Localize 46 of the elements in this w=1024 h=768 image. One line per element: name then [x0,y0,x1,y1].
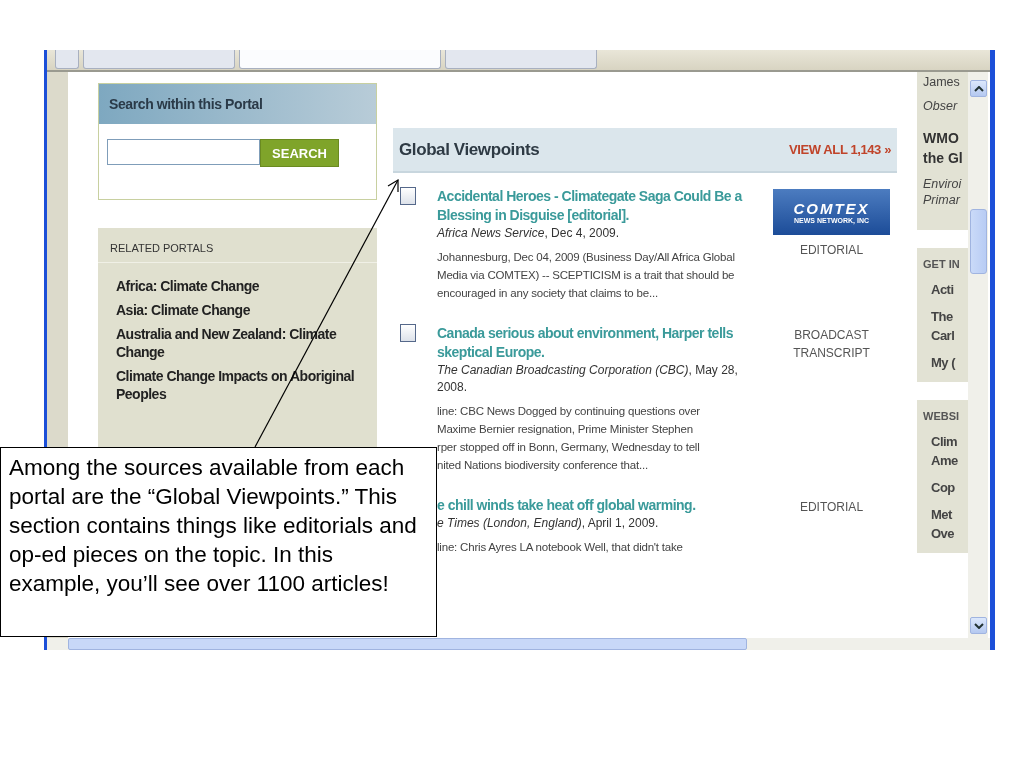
section-title: Global Viewpoints [399,139,540,160]
portal-link[interactable]: Asia: Climate Change [98,301,377,325]
section-heading: RELATED PORTALS [110,242,214,254]
sidebar-link[interactable]: Clim Ame [923,432,968,470]
horizontal-scrollbar[interactable] [47,638,990,650]
scroll-thumb[interactable] [970,209,987,274]
article-source: The Canadian Broadcasting Corporation (CBC), May 28, 2008. [437,362,739,396]
sidebar-link[interactable]: The Carl [923,307,968,345]
chevron-down-icon [973,622,984,629]
article-snippet: Maxime Bernier resignation, Prime Minister Stephen [437,422,694,437]
portal-link[interactable]: Africa: Climate Change [98,277,377,301]
sidebar-link[interactable]: Met Ove [923,505,968,543]
checkbox[interactable] [400,324,416,342]
search-field[interactable] [107,139,260,165]
browser-tab[interactable] [445,50,597,69]
checkbox[interactable] [400,187,416,205]
article-type-label: EDITORIAL [798,499,865,516]
sidebar-link[interactable]: Cop [923,478,968,497]
article-snippet: rper stopped off in Bonn, Germany, Wednesday to tell [437,440,701,455]
sidebar-heading: WEBSI [923,410,961,422]
sidebar-link[interactable]: Acti [923,280,968,299]
vertical-scrollbar[interactable] [968,72,988,638]
sidebar-heading: GET IN [923,258,961,270]
article-type-label: EDITORIAL [798,242,865,259]
view-all-link[interactable]: VIEW ALL 1,143 » [789,142,891,157]
scroll-up-button[interactable] [970,80,987,97]
article-source: Africa News Service, Dec 4, 2009. [437,225,621,242]
scroll-thumb[interactable] [68,638,747,650]
sidebar-source: Enviroi Primar [923,176,963,208]
article-type-label: BROADCAST TRANSCRIPT [792,327,871,362]
callout-text: Among the sources available from each portal are the “Global Viewpoints.” This section contains things like editorials and op-ed pieces on the topic. In this example, you’ll see over 1100 articles! [0,447,437,637]
sidebar-title-link[interactable]: WMO the Gl [923,128,968,168]
browser-tab[interactable] [55,50,79,69]
article-snippet: nited Nations biodiversity conference that... [437,458,649,473]
sidebar-text: James [923,74,961,90]
browser-tab[interactable] [83,50,235,69]
sidebar-source: Obser [923,98,959,114]
chevron-up-icon [973,85,984,92]
article-snippet: line: CBC News Dogged by continuing questions over [437,404,701,419]
scroll-down-button[interactable] [970,617,987,634]
article-source: e Times (London, England), April 1, 2009. [437,515,660,532]
panel-title: Search within this Portal [109,96,263,112]
article-snippet: line: Chris Ayres LA notebook Well, that didn't take [437,540,684,555]
article-snippet: Johannesburg, Dec 04, 2009 (Business Day/All Africa Global Media via COMTEX) -- SCEPTICISM is a trait that should be encouraged in any society that claims to be... [437,250,736,301]
sidebar-link[interactable]: My ( [923,353,968,372]
browser-tab[interactable] [239,50,441,69]
